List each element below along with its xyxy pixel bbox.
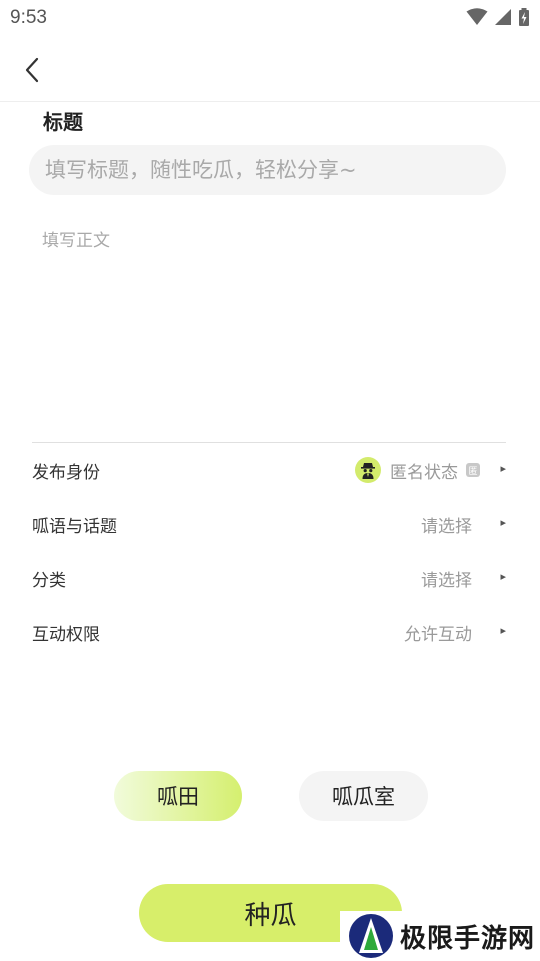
topic-value: 请选择	[421, 516, 472, 537]
title-input[interactable]	[29, 145, 506, 195]
chevron-left-icon	[25, 57, 39, 83]
interaction-permission-label: 互动权限	[32, 624, 100, 645]
back-button[interactable]	[12, 50, 52, 90]
category-label: 分类	[32, 570, 66, 591]
watermark-logo-icon	[349, 914, 393, 958]
arrow-right-icon: ▸	[500, 570, 506, 583]
publish-identity-row[interactable]: 发布身份 匿名状态 匿 ▸	[32, 446, 506, 494]
arrow-right-icon: ▸	[500, 462, 506, 475]
publish-identity-label: 发布身份	[32, 462, 100, 483]
arrow-right-icon: ▸	[500, 516, 506, 529]
signal-icon	[495, 9, 511, 25]
status-time: 9:53	[10, 7, 47, 28]
arrow-right-icon: ▸	[500, 624, 506, 637]
watermark: 极限手游网	[340, 911, 540, 961]
anonymous-avatar-icon	[355, 457, 381, 483]
header	[0, 36, 540, 102]
title-label: 标题	[43, 110, 83, 134]
topic-value-group: 请选择	[421, 512, 506, 537]
interaction-permission-value-group: 允许互动	[404, 620, 506, 645]
divider	[32, 442, 506, 443]
topic-label: 呱语与话题	[32, 516, 117, 537]
channel-field-button[interactable]: 呱田	[114, 771, 242, 821]
battery-charging-icon	[519, 8, 529, 26]
interaction-permission-row[interactable]: 互动权限 允许互动 ▸	[32, 608, 506, 656]
category-row[interactable]: 分类 请选择 ▸	[32, 554, 506, 602]
interaction-permission-value: 允许互动	[404, 624, 472, 645]
status-icons	[466, 7, 530, 27]
publish-identity-value: 匿名状态	[390, 462, 458, 483]
watermark-text: 极限手游网	[400, 923, 536, 954]
wifi-icon	[466, 8, 488, 25]
body-input[interactable]	[32, 222, 506, 432]
channel-room-button[interactable]: 呱瓜室	[299, 771, 428, 821]
category-value-group: 请选择	[421, 566, 506, 591]
anonymous-badge: 匿	[466, 463, 480, 477]
status-bar: 9:53	[0, 0, 540, 36]
category-value: 请选择	[421, 570, 472, 591]
topic-row[interactable]: 呱语与话题 请选择 ▸	[32, 500, 506, 548]
publish-identity-value-group: 匿名状态 匿	[355, 457, 506, 483]
